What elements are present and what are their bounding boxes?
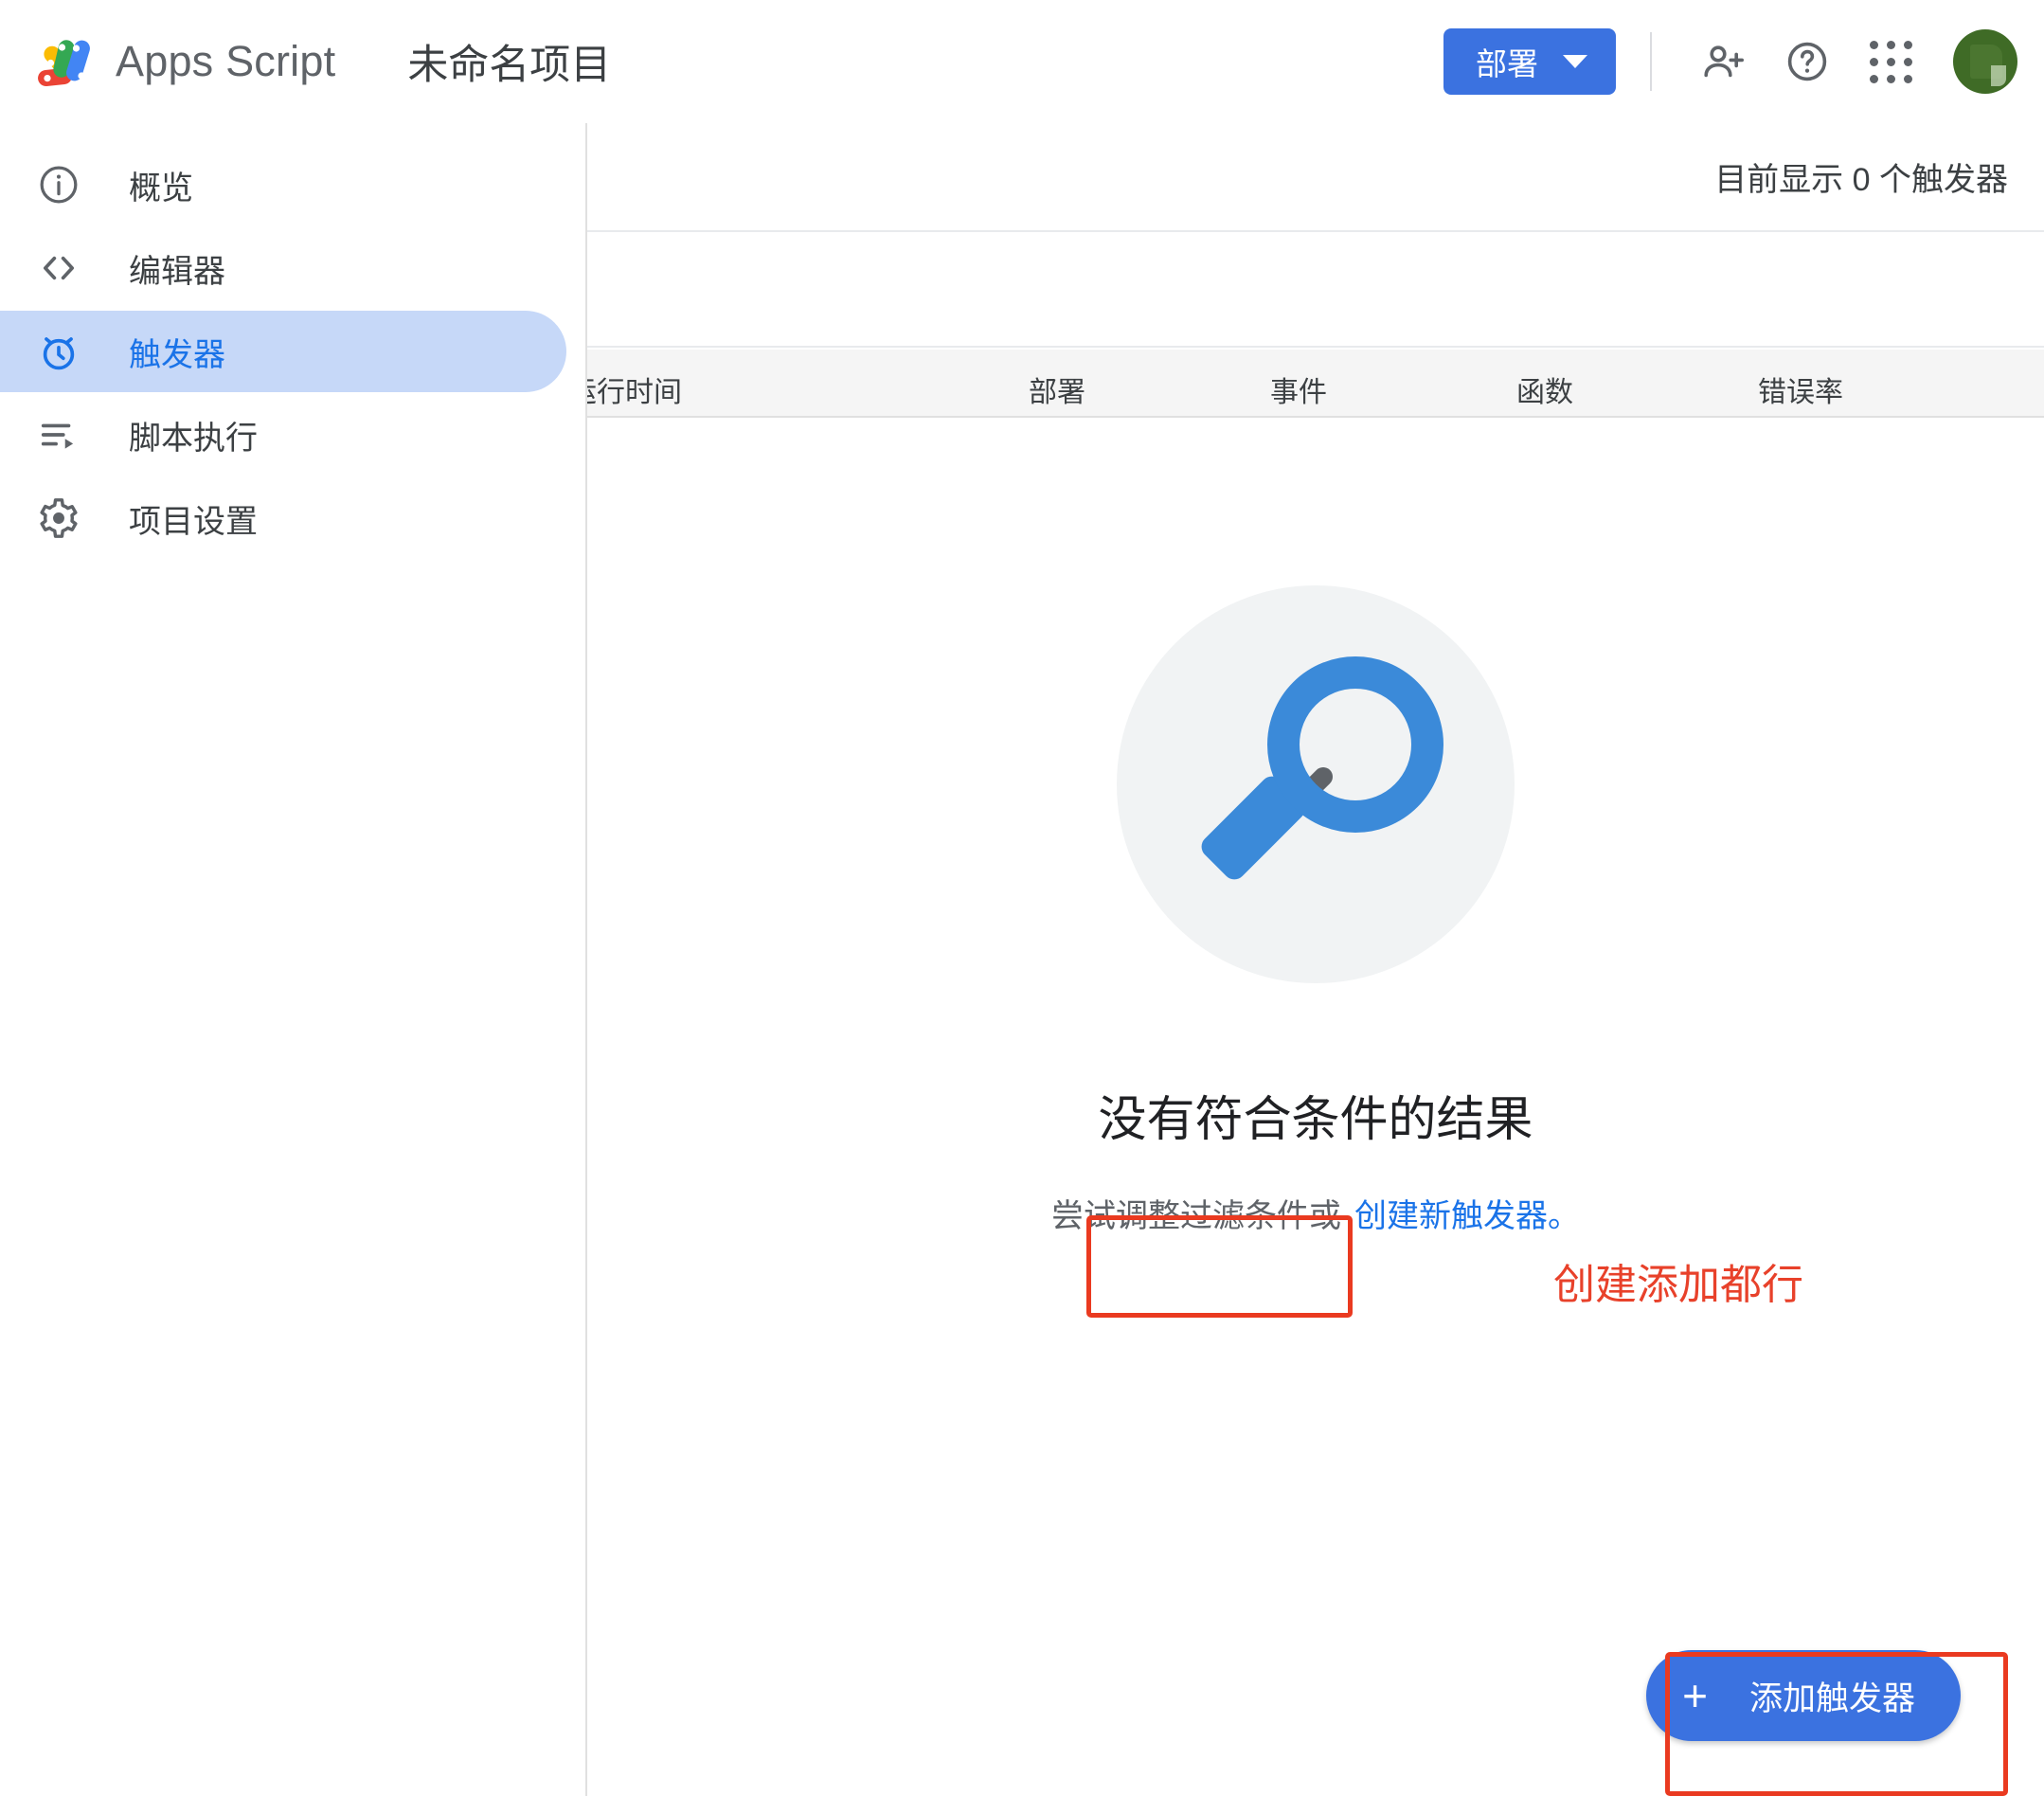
add-trigger-button-label: 添加触发器	[1749, 1672, 1915, 1720]
create-new-trigger-link[interactable]: 创建新触发器。	[1354, 1190, 1580, 1236]
sidebar-item-label: 概览	[129, 162, 193, 208]
column-header-function[interactable]: 函数	[1516, 368, 1573, 410]
apps-script-logo-icon	[32, 30, 95, 93]
chevron-down-icon	[1563, 55, 1587, 68]
plus-icon: +	[1682, 1674, 1708, 1717]
magnifying-glass-illustration	[1117, 585, 1515, 983]
sidebar-item-executions[interactable]: 脚本执行	[0, 394, 566, 476]
sidebar-item-label: 项目设置	[129, 495, 258, 542]
add-trigger-button[interactable]: + 添加触发器	[1646, 1650, 1961, 1741]
toolbar-divider	[1650, 32, 1652, 91]
alarm-clock-icon	[32, 325, 85, 378]
app-root: Apps Script 未命名项目 部署	[0, 0, 2044, 1796]
code-brackets-icon	[32, 242, 85, 295]
project-title[interactable]: 未命名项目	[407, 32, 611, 91]
empty-state-panel: 没有符合条件的结果 尝试调整过滤条件或 创建新触发器。	[587, 418, 2044, 1796]
brand-name: Apps Script	[116, 37, 335, 86]
empty-state-subtitle: 尝试调整过滤条件或 创建新触发器。	[1051, 1190, 1580, 1236]
brand-area[interactable]: Apps Script	[32, 30, 335, 93]
deploy-button[interactable]: 部署	[1443, 28, 1616, 95]
sidebar-item-triggers[interactable]: 触发器	[0, 311, 566, 392]
sidebar-item-label: 编辑器	[129, 245, 225, 292]
empty-state-title: 没有符合条件的结果	[1098, 1080, 1533, 1150]
sidebar-item-editor[interactable]: 编辑器	[0, 227, 566, 309]
help-circle-icon[interactable]	[1771, 26, 1843, 98]
sidebar-item-label: 触发器	[129, 329, 225, 375]
sidebar-item-label: 脚本执行	[129, 412, 258, 458]
annotation-note: 创建添加都行	[1553, 1250, 1803, 1311]
user-avatar[interactable]	[1953, 29, 2017, 94]
list-play-icon	[32, 408, 85, 461]
trigger-count-status: 目前显示 0 个触发器	[1714, 153, 2008, 200]
column-header-event[interactable]: 事件	[1270, 368, 1327, 410]
sidebar-item-project-settings[interactable]: 项目设置	[0, 477, 566, 559]
top-bar-actions: 部署	[1443, 0, 2017, 123]
info-circle-icon	[32, 158, 85, 211]
apps-grid-icon[interactable]	[1855, 26, 1927, 98]
empty-state-subtitle-prefix: 尝试调整过滤条件或	[1051, 1190, 1341, 1236]
column-header-deployment[interactable]: 部署	[1029, 368, 1085, 410]
gear-icon	[32, 492, 85, 545]
person-add-icon[interactable]	[1688, 26, 1760, 98]
deploy-button-label: 部署	[1476, 39, 1538, 84]
sidebar-nav: 概览 编辑器 触发器	[0, 123, 587, 1796]
column-header-error-rate[interactable]: 错误率	[1758, 368, 1843, 410]
top-app-bar: Apps Script 未命名项目 部署	[0, 0, 2044, 123]
sidebar-item-overview[interactable]: 概览	[0, 144, 566, 225]
